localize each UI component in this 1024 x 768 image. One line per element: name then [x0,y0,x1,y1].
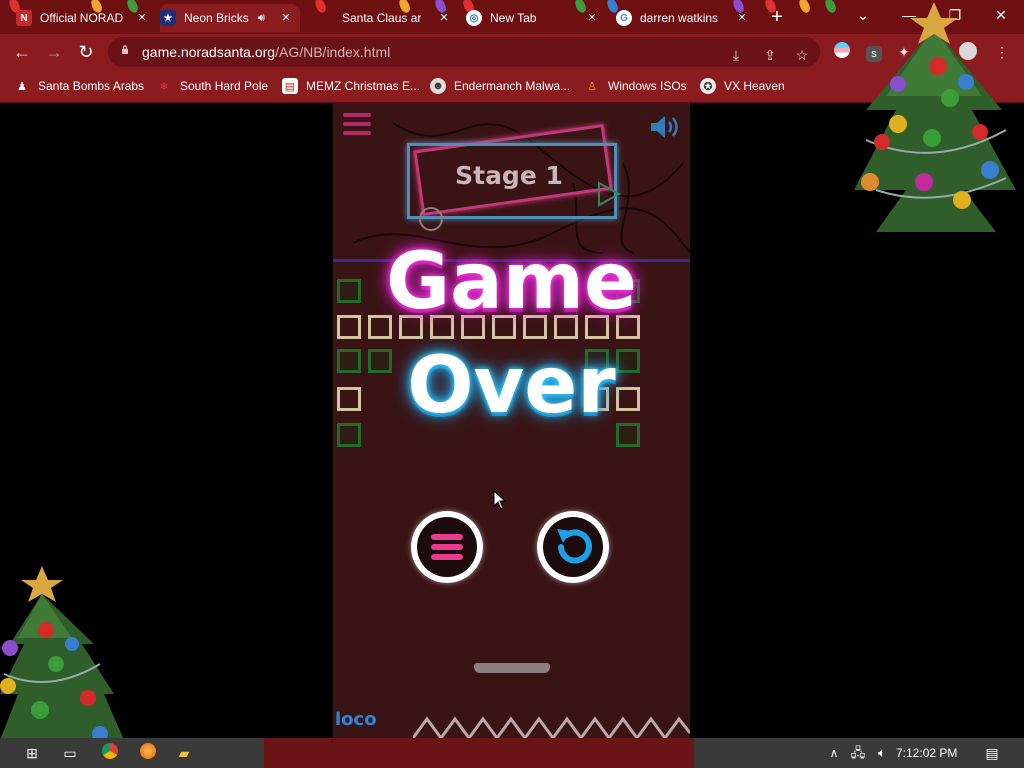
menu-button[interactable] [411,511,483,583]
menu-icon [431,534,463,560]
clock[interactable]: 7:12:02 PM [896,746,957,760]
tab-darren-watkins[interactable]: G darren watkins × [616,4,756,32]
light-bulb-decoration [797,0,812,15]
network-icon[interactable]: 🖧︎ [848,743,868,763]
bookmark-label: South Hard Pole [180,79,269,93]
tab-title: New Tab [490,11,537,25]
new-tab-button[interactable]: + [766,6,788,28]
tab-neon-bricks[interactable]: ★ Neon Bricks 🔊︎ × [160,4,300,32]
close-tab-icon[interactable]: × [278,10,294,26]
chrome-icon[interactable] [100,743,120,763]
close-tab-icon[interactable]: × [134,10,150,26]
notification-icon[interactable]: ▤ [982,743,1002,763]
back-button[interactable]: ← [10,40,34,64]
close-tab-icon[interactable]: × [436,10,452,26]
light-bulb-decoration [823,0,838,15]
tab-title: Santa Claus ar [342,11,422,25]
bookmark-label: MEMZ Christmas E... [306,79,421,93]
bookmark-santa-bombs[interactable]: ♟ Santa Bombs Arabs [14,76,144,96]
google-favicon-icon: G [616,10,632,26]
close-tab-icon[interactable]: × [734,10,750,26]
snowflake-icon: ❄ [159,80,169,93]
virus-icon: ✪ [700,78,716,94]
bookmark-memz[interactable]: ▤ MEMZ Christmas E... [282,76,420,96]
reload-button[interactable]: ↻ [74,40,98,64]
sound-icon[interactable] [649,113,683,141]
santa-icon: ♟ [17,80,27,93]
bookmark-vx-heaven[interactable]: ✪ VX Heaven [700,76,785,96]
bookmark-label: VX Heaven [724,79,785,93]
buddha-icon: ♙ [587,80,597,93]
url-text[interactable]: game.noradsanta.org/AG/NB/index.html [142,44,390,60]
taskbar-active-region [264,738,694,768]
menu-icon[interactable] [343,113,371,137]
start-icon[interactable]: ⊞ [22,743,42,763]
mouse-cursor-icon [493,490,507,510]
game-canvas[interactable]: Stage 1 Game Over loco [333,103,690,738]
volume-icon[interactable]: 🔈︎ [872,743,892,763]
game-over-title-line2: Over [407,341,616,431]
spike-floor [413,716,690,738]
tab-new-tab[interactable]: ◎ New Tab × [466,4,606,32]
flag-favicon-icon: ★ [160,10,176,26]
christmas-tree-decoration [0,566,124,740]
norad-favicon-icon: N [16,10,32,26]
bookmark-windows-isos[interactable]: ♙ Windows ISOs [584,76,687,96]
windows-taskbar: ⊞ ▭ ▰ ∧ 🖧︎ 🔈︎ 7:12:02 PM ▤ [0,738,1024,768]
chrome-favicon-icon: ◎ [466,10,482,26]
lock-icon[interactable] [120,45,130,54]
tab-official-norad[interactable]: N Official NORAD × [16,4,156,32]
show-hidden-icons-icon[interactable]: ∧ [824,743,844,763]
forward-button[interactable]: → [42,40,66,64]
christmas-tree-decoration [854,2,1016,232]
stage-label: Stage 1 [455,161,563,190]
bookmark-label: Santa Bombs Arabs [38,79,145,93]
url-path: /AG/NB/index.html [275,44,391,60]
firefox-icon[interactable] [138,743,158,763]
task-view-icon[interactable]: ▭ [60,743,80,763]
skull-icon: ☻ [430,78,446,94]
replay-button[interactable] [537,511,609,583]
menu-button-face [417,517,477,577]
bookmark-label: Windows ISOs [608,79,687,93]
bookmark-endermanch[interactable]: ☻ Endermanch Malwa... [430,76,570,96]
download-icon[interactable]: ⤓ [726,45,746,65]
replay-icon [557,529,592,564]
paddle[interactable] [474,663,550,673]
tab-title: Neon Bricks [184,11,249,25]
url-domain: game.noradsanta.org [142,44,276,60]
tab-title: Official NORAD [40,11,124,25]
speaker-playing-icon[interactable]: 🔊︎ [258,12,265,25]
bookmark-south-hard-pole[interactable]: ❄ South Hard Pole [156,76,268,96]
page-icon: ▤ [282,78,298,94]
santa-favicon-icon [318,10,334,26]
replay-button-face [543,517,603,577]
address-bar[interactable]: game.noradsanta.org/AG/NB/index.html ⤓ ⇪… [108,37,820,67]
share-icon[interactable]: ⇪ [760,45,780,65]
bookmark-label: Endermanch Malwa... [454,79,571,93]
tab-title: darren watkins [640,11,719,25]
poki-logo[interactable]: loco [335,709,377,730]
close-tab-icon[interactable]: × [584,10,600,26]
star-icon[interactable]: ☆ [792,45,812,65]
file-explorer-icon[interactable]: ▰ [174,743,194,763]
stage-circle-decoration [419,207,443,231]
tab-santa-claus[interactable]: Santa Claus ar × [318,4,458,32]
game-over-title-line1: Game [386,237,637,327]
